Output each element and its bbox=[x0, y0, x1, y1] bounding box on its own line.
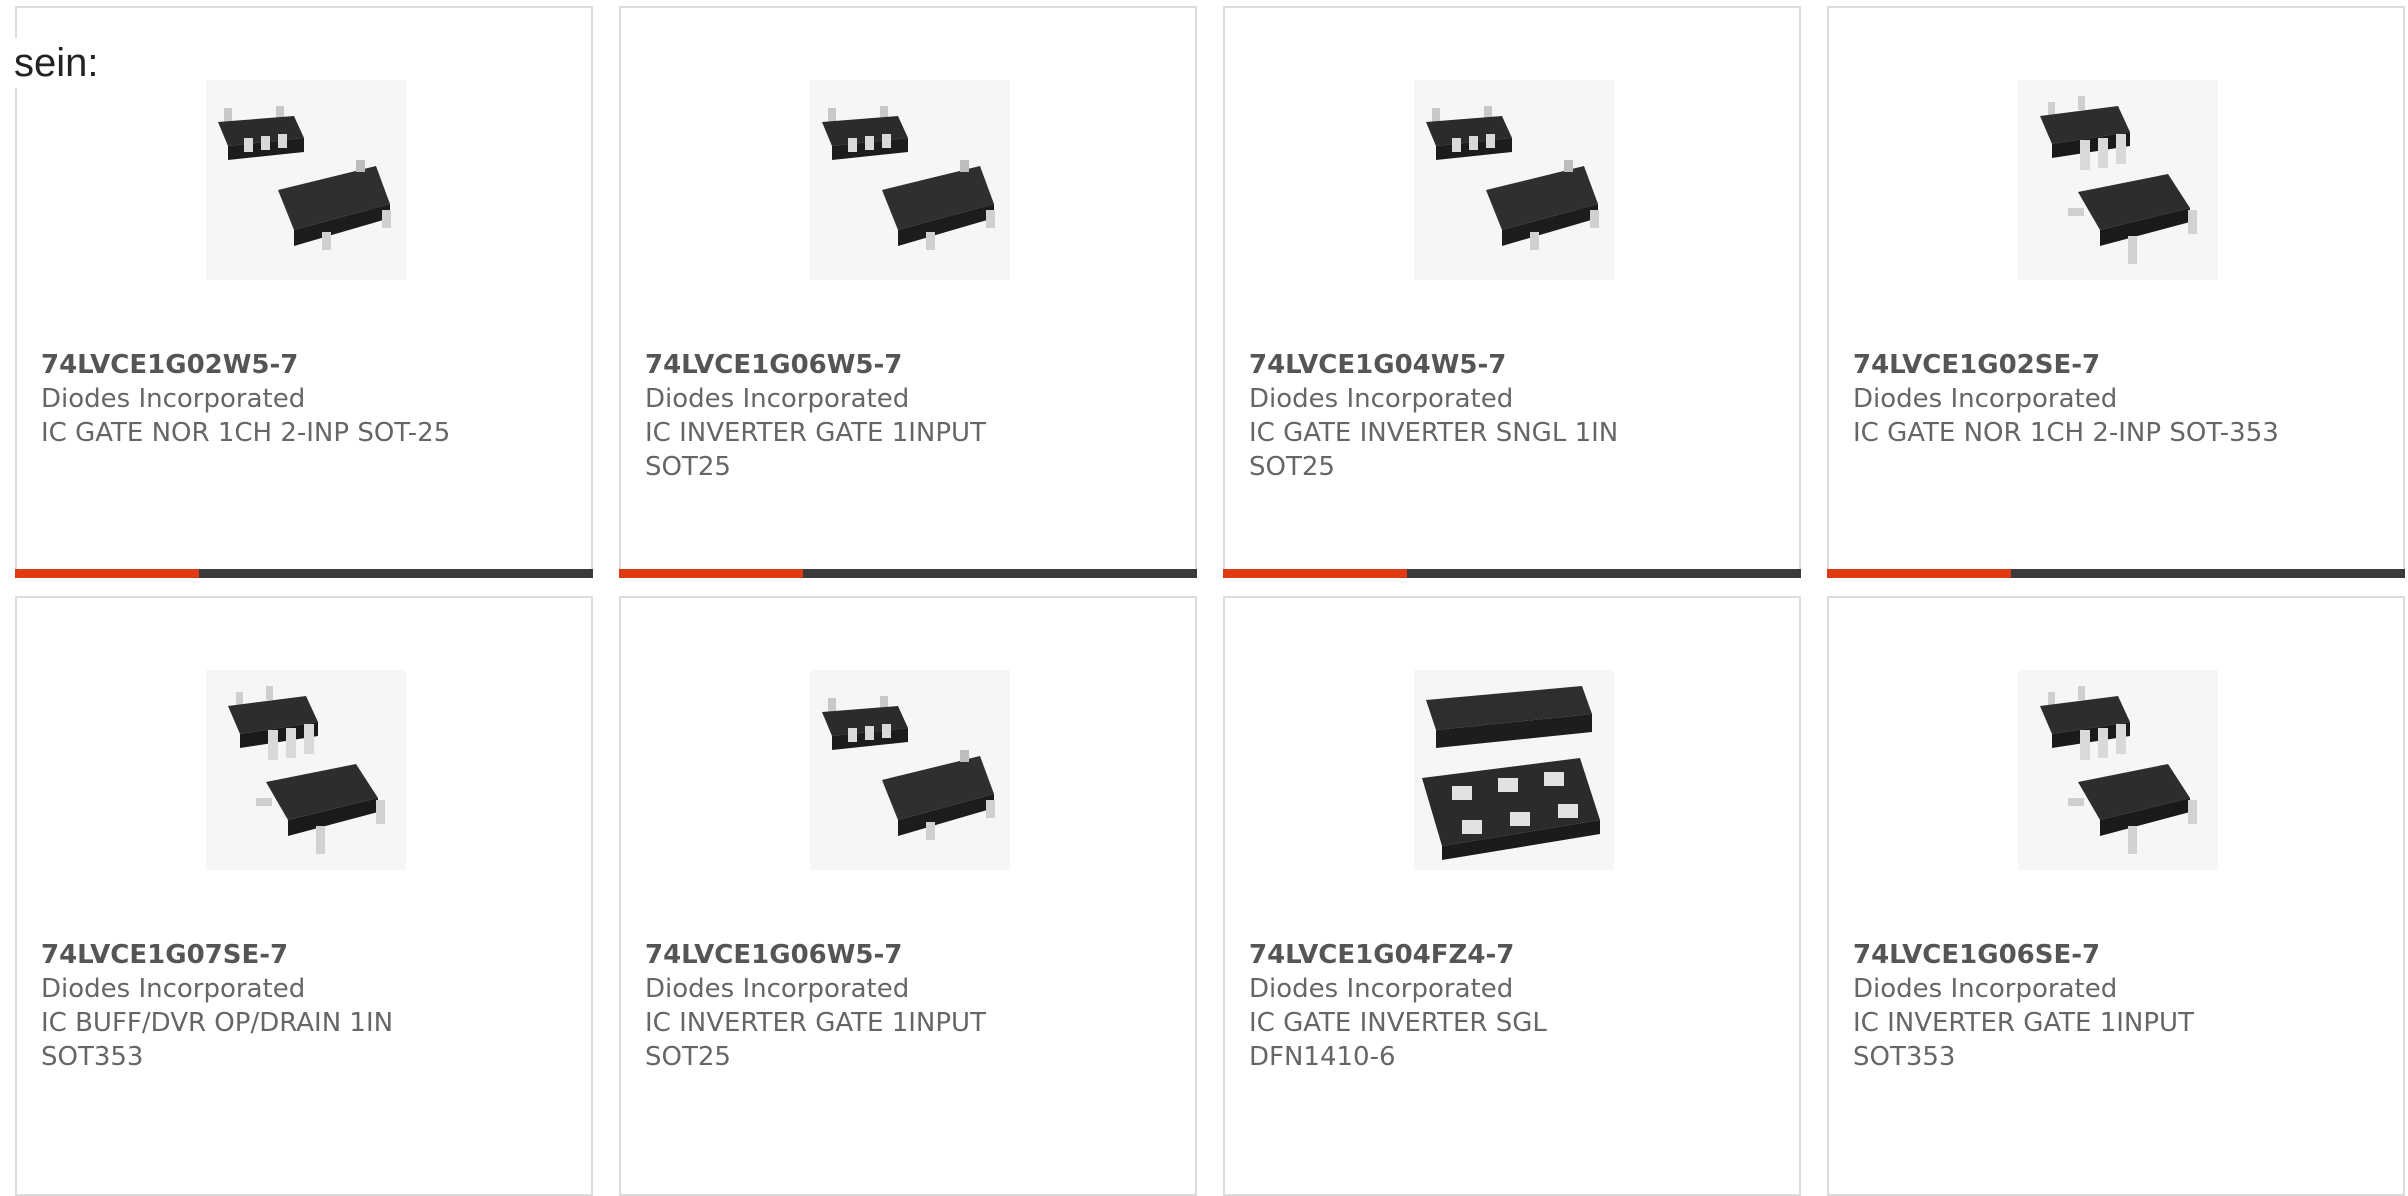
manufacturer: Diodes Incorporated bbox=[41, 974, 306, 1004]
manufacturer: Diodes Incorporated bbox=[1249, 384, 1514, 414]
card-footer-bar bbox=[15, 569, 593, 578]
part-number[interactable]: 74LVCE1G04FZ4-7 bbox=[1249, 938, 1779, 972]
product-card[interactable]: 74LVCE1G02SE-7 Diodes Incorporated IC GA… bbox=[1827, 6, 2405, 578]
card-accent-bar bbox=[15, 569, 199, 578]
card-accent-bar bbox=[619, 569, 803, 578]
manufacturer: Diodes Incorporated bbox=[645, 384, 910, 414]
description-line-1: IC INVERTER GATE 1INPUT bbox=[645, 1008, 986, 1038]
card-footer-bar bbox=[1827, 569, 2405, 578]
sot353-package-image bbox=[206, 670, 406, 870]
sot25-package-image bbox=[206, 80, 406, 280]
product-grid: 74LVCE1G02W5-7 Diodes Incorporated IC GA… bbox=[0, 0, 2408, 1196]
part-number[interactable]: 74LVCE1G07SE-7 bbox=[41, 938, 571, 972]
card-footer-bar bbox=[619, 569, 1197, 578]
description-line-1: IC GATE NOR 1CH 2-INP SOT-353 bbox=[1853, 418, 2279, 448]
sot25-package-image bbox=[810, 80, 1010, 280]
part-number[interactable]: 74LVCE1G04W5-7 bbox=[1249, 348, 1779, 382]
description-line-1: IC GATE INVERTER SGL bbox=[1249, 1008, 1547, 1038]
product-card[interactable]: 74LVCE1G06SE-7 Diodes Incorporated IC IN… bbox=[1827, 596, 2405, 1196]
description-line-1: IC GATE INVERTER SNGL 1IN bbox=[1249, 418, 1619, 448]
part-number[interactable]: 74LVCE1G06W5-7 bbox=[645, 348, 1175, 382]
product-card[interactable]: 74LVCE1G04FZ4-7 Diodes Incorporated IC G… bbox=[1223, 596, 1801, 1196]
manufacturer: Diodes Incorporated bbox=[41, 384, 306, 414]
sot25-package-image bbox=[1414, 80, 1614, 280]
sot25-package-image bbox=[810, 670, 1010, 870]
description-line-1: IC INVERTER GATE 1INPUT bbox=[645, 418, 986, 448]
description-line-2: SOT353 bbox=[41, 1042, 144, 1072]
manufacturer: Diodes Incorporated bbox=[645, 974, 910, 1004]
description-line-2: SOT353 bbox=[1853, 1042, 1956, 1072]
product-card[interactable]: 74LVCE1G06W5-7 Diodes Incorporated IC IN… bbox=[619, 6, 1197, 578]
description-line-2: DFN1410-6 bbox=[1249, 1042, 1396, 1072]
part-number[interactable]: 74LVCE1G02SE-7 bbox=[1853, 348, 2383, 382]
manufacturer: Diodes Incorporated bbox=[1853, 384, 2118, 414]
intro-text: sein: bbox=[14, 38, 99, 88]
description-line-2: SOT25 bbox=[645, 452, 731, 482]
sot353-package-image bbox=[2018, 80, 2218, 280]
dfn-package-image bbox=[1414, 670, 1614, 870]
description-line-2: SOT25 bbox=[1249, 452, 1335, 482]
manufacturer: Diodes Incorporated bbox=[1853, 974, 2118, 1004]
sot353-package-image bbox=[2018, 670, 2218, 870]
product-card[interactable]: 74LVCE1G06W5-7 Diodes Incorporated IC IN… bbox=[619, 596, 1197, 1196]
card-accent-bar bbox=[1223, 569, 1407, 578]
part-number[interactable]: 74LVCE1G06W5-7 bbox=[645, 938, 1175, 972]
card-footer-bar bbox=[1223, 569, 1801, 578]
description-line-1: IC INVERTER GATE 1INPUT bbox=[1853, 1008, 2194, 1038]
description-line-1: IC GATE NOR 1CH 2-INP SOT-25 bbox=[41, 418, 451, 448]
part-number[interactable]: 74LVCE1G02W5-7 bbox=[41, 348, 571, 382]
part-number[interactable]: 74LVCE1G06SE-7 bbox=[1853, 938, 2383, 972]
manufacturer: Diodes Incorporated bbox=[1249, 974, 1514, 1004]
description-line-1: IC BUFF/DVR OP/DRAIN 1IN bbox=[41, 1008, 394, 1038]
description-line-2: SOT25 bbox=[645, 1042, 731, 1072]
product-card[interactable]: 74LVCE1G02W5-7 Diodes Incorporated IC GA… bbox=[15, 6, 593, 578]
product-card[interactable]: 74LVCE1G04W5-7 Diodes Incorporated IC GA… bbox=[1223, 6, 1801, 578]
product-card[interactable]: 74LVCE1G07SE-7 Diodes Incorporated IC BU… bbox=[15, 596, 593, 1196]
card-accent-bar bbox=[1827, 569, 2011, 578]
